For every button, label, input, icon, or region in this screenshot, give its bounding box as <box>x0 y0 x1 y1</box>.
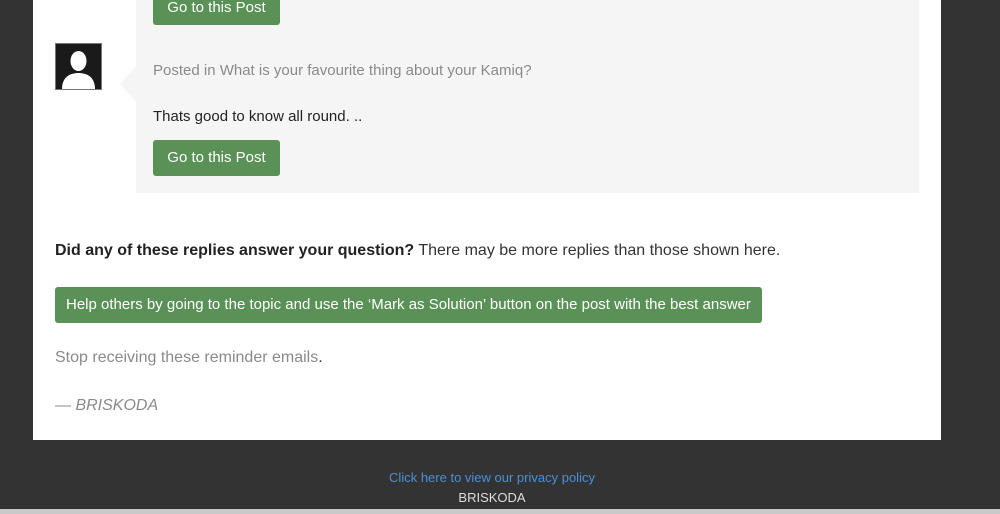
stop-period: . <box>318 349 323 366</box>
footer-brand: BRISKODA <box>458 490 526 505</box>
signature: — BRISKODA <box>55 397 159 414</box>
go-to-post-button-top[interactable]: Go to this Post <box>153 0 280 25</box>
question-bold: Did any of these replies answer your que… <box>55 242 415 259</box>
question-text: Did any of these replies answer your que… <box>55 242 780 260</box>
mark-as-solution-help-button[interactable]: Help others by going to the topic and us… <box>55 287 762 323</box>
bottom-bar <box>0 509 1000 514</box>
user-silhouette-icon <box>56 44 101 89</box>
question-rest: There may be more replies than those sho… <box>414 242 781 259</box>
avatar <box>55 43 102 90</box>
go-to-post-button[interactable]: Go to this Post <box>153 140 280 176</box>
unsubscribe-line: Stop receiving these reminder emails. <box>55 349 323 367</box>
stop-reminders-link[interactable]: Stop receiving these reminder emails <box>55 349 318 366</box>
email-page: Go to this Post Posted in What is your f… <box>0 0 1000 514</box>
posted-in-text: Posted in What is your favourite thing a… <box>153 62 532 79</box>
privacy-policy-link[interactable]: Click here to view our privacy policy <box>0 470 984 485</box>
reply-excerpt: Thats good to know all round. .. <box>153 108 363 125</box>
post-block-pointer <box>120 66 136 102</box>
email-card: Go to this Post Posted in What is your f… <box>33 0 941 440</box>
